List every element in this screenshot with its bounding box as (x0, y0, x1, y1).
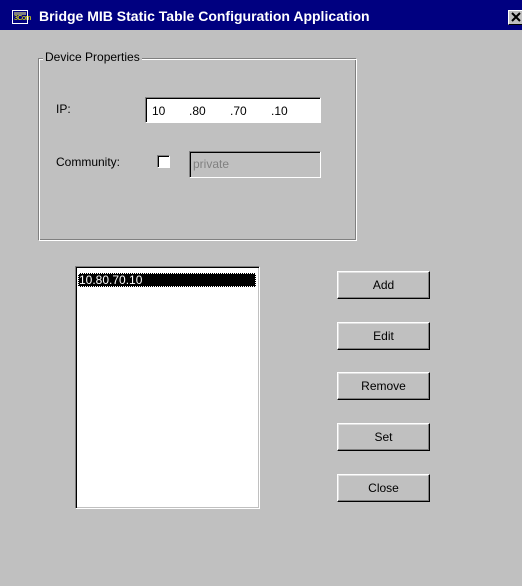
ip-address-field[interactable]: 10 .80 .70 .10 (145, 97, 321, 123)
ip-octet-2[interactable]: .80 (189, 104, 206, 118)
set-button[interactable]: Set (337, 423, 430, 451)
community-field (189, 151, 321, 178)
close-icon (511, 12, 521, 22)
ip-octet-4[interactable]: .10 (271, 104, 288, 118)
community-label: Community: (56, 155, 121, 169)
app-icon-label: 3Com (14, 15, 31, 22)
add-button[interactable]: Add (337, 271, 430, 299)
device-properties-label: Device Properties (43, 50, 142, 64)
ip-octet-3[interactable]: .70 (230, 104, 247, 118)
window-title: Bridge MIB Static Table Configuration Ap… (39, 8, 370, 24)
app-window: 3Com Bridge MIB Static Table Configurati… (0, 0, 522, 586)
entries-listbox[interactable]: 10.80.70.10 (75, 266, 260, 509)
close-window-button[interactable] (508, 10, 522, 25)
ip-label: IP: (56, 102, 71, 116)
ip-octet-1[interactable]: 10 (152, 104, 165, 118)
community-input (193, 157, 313, 171)
device-properties-group (38, 58, 357, 241)
remove-button[interactable]: Remove (337, 372, 430, 400)
close-button[interactable]: Close (337, 474, 430, 502)
edit-button[interactable]: Edit (337, 322, 430, 350)
app-icon[interactable]: 3Com (12, 10, 31, 24)
community-checkbox[interactable] (157, 155, 170, 168)
list-item[interactable]: 10.80.70.10 (78, 273, 256, 287)
title-bar[interactable]: 3Com Bridge MIB Static Table Configurati… (0, 0, 522, 30)
